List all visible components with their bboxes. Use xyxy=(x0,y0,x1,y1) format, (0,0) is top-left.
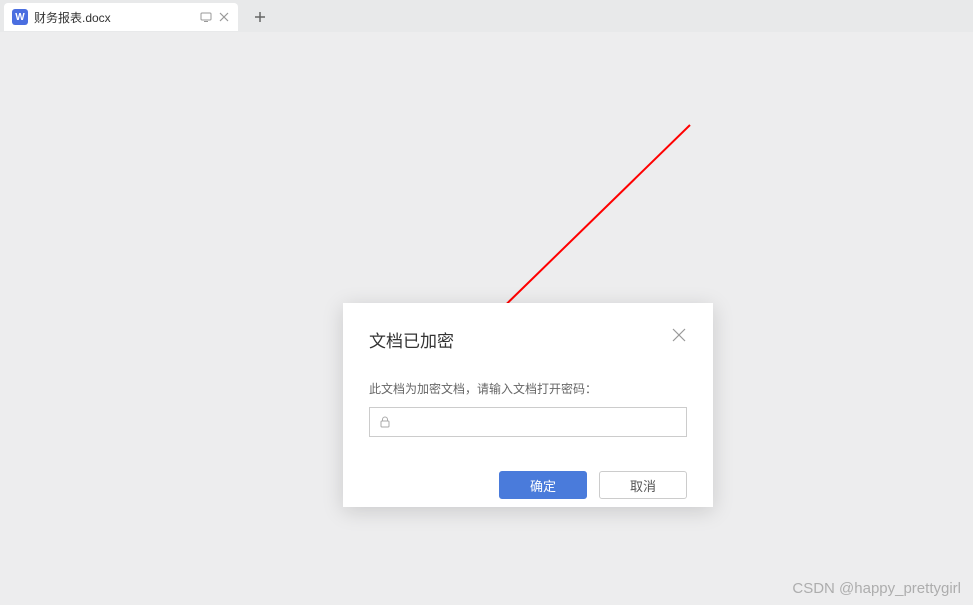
confirm-button[interactable]: 确定 xyxy=(499,471,587,499)
dialog-message: 此文档为加密文档，请输入文档打开密码： xyxy=(369,380,687,397)
close-tab-icon[interactable] xyxy=(218,11,230,23)
watermark: CSDN @happy_prettygirl xyxy=(792,580,961,597)
tab-title: 财务报表.docx xyxy=(34,9,194,26)
add-tab-button[interactable] xyxy=(246,3,274,31)
dialog-title: 文档已加密 xyxy=(369,327,454,352)
document-tab[interactable]: W 财务报表.docx xyxy=(4,3,238,31)
word-doc-icon: W xyxy=(12,9,28,25)
close-dialog-button[interactable] xyxy=(671,327,687,343)
cancel-button[interactable]: 取消 xyxy=(599,471,687,499)
password-dialog: 文档已加密 此文档为加密文档，请输入文档打开密码： 确定 取消 xyxy=(343,303,713,507)
tab-actions xyxy=(200,11,230,23)
password-input[interactable] xyxy=(400,408,678,436)
confirm-button-label: 确定 xyxy=(530,476,556,495)
cancel-button-label: 取消 xyxy=(630,476,656,495)
password-field-wrapper xyxy=(369,407,687,437)
tab-bar: W 财务报表.docx xyxy=(0,0,973,32)
monitor-icon[interactable] xyxy=(200,11,212,23)
lock-icon xyxy=(378,415,392,429)
